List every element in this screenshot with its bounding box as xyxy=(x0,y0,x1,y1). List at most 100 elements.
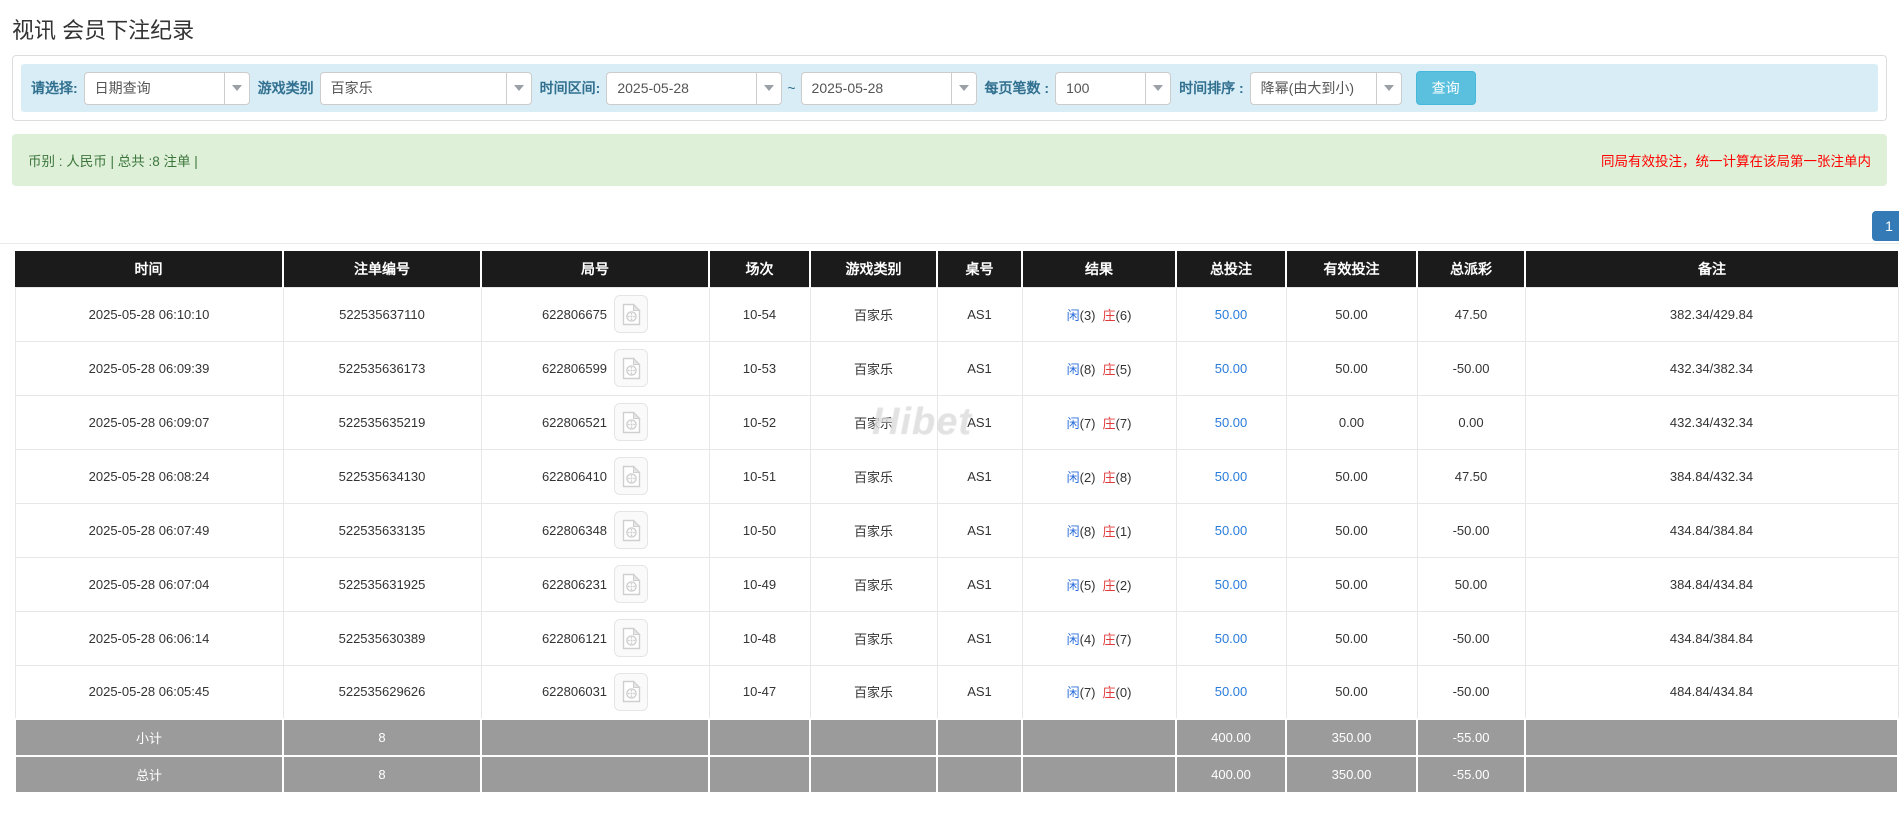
payout-cell: -50.00 xyxy=(1416,340,1526,396)
game-type-cell: 百家乐 xyxy=(809,502,938,558)
table-no-cell: AS1 xyxy=(936,502,1023,558)
header-bet-id: 注单编号 xyxy=(283,251,482,287)
summary-count-cell: 8 xyxy=(282,718,482,757)
round-id-cell: 622806675 xyxy=(480,286,710,342)
query-type-select[interactable]: 日期查询 xyxy=(83,71,250,105)
valid-bet-cell: 50.00 xyxy=(1285,556,1418,612)
round-id-cell: 622806348 xyxy=(480,502,710,558)
valid-bet-cell: 50.00 xyxy=(1285,664,1418,720)
bet-id-cell: 522535629626 xyxy=(282,664,482,720)
total-bet-link[interactable]: 50.00 xyxy=(1215,684,1248,699)
result-cell: 闲(7) 庄(7) xyxy=(1021,394,1177,450)
banker-result-label: 庄 xyxy=(1102,577,1116,593)
player-result-label: 闲 xyxy=(1066,361,1080,377)
total-bet-link[interactable]: 50.00 xyxy=(1215,631,1248,646)
total-bet-link[interactable]: 50.00 xyxy=(1215,361,1248,376)
banker-result-label: 庄 xyxy=(1102,415,1116,431)
chevron-down-icon xyxy=(1383,85,1394,91)
total-bet-cell: 50.00 xyxy=(1175,340,1287,396)
divider xyxy=(0,243,1899,244)
time-sort-caret-button[interactable] xyxy=(1375,71,1402,105)
header-table-no: 桌号 xyxy=(937,251,1023,287)
date-from-value[interactable]: 2025-05-28 xyxy=(606,71,757,105)
total-bet-link[interactable]: 50.00 xyxy=(1215,307,1248,322)
table-row: 2025-05-28 06:05:45 522535629626 6228060… xyxy=(14,664,1899,720)
remark-cell: 484.84/434.84 xyxy=(1524,664,1899,720)
banker-result-score: (7) xyxy=(1115,631,1132,647)
table-no-cell: AS1 xyxy=(936,394,1023,450)
page-size-caret-button[interactable] xyxy=(1145,71,1172,105)
round-id-cell: 622806031 xyxy=(480,664,710,720)
game-type-cell: 百家乐 xyxy=(809,286,938,342)
total-bet-link[interactable]: 50.00 xyxy=(1215,415,1248,430)
game-type-value[interactable]: 百家乐 xyxy=(319,71,506,105)
date-to-value[interactable]: 2025-05-28 xyxy=(800,71,951,105)
round-id-cell: 622806521 xyxy=(480,394,710,450)
query-type-value[interactable]: 日期查询 xyxy=(83,71,224,105)
time-cell: 2025-05-28 06:07:49 xyxy=(14,502,284,558)
header-result: 结果 xyxy=(1022,251,1177,287)
video-record-icon[interactable] xyxy=(614,565,649,603)
session-cell: 10-50 xyxy=(708,502,811,558)
banker-result-label: 庄 xyxy=(1102,361,1116,377)
session-cell: 10-48 xyxy=(708,610,811,666)
time-sort-select[interactable]: 降幂(由大到小) xyxy=(1249,71,1402,105)
game-type-caret-button[interactable] xyxy=(505,71,532,105)
date-to-picker[interactable]: 2025-05-28 xyxy=(800,71,977,105)
date-from-picker[interactable]: 2025-05-28 xyxy=(606,71,783,105)
bet-table-body: 2025-05-28 06:10:10 522535637110 6228066… xyxy=(14,286,1899,720)
table-row: 2025-05-28 06:09:07 522535635219 6228065… xyxy=(14,394,1899,450)
remark-cell: 434.84/384.84 xyxy=(1524,502,1899,558)
result-cell: 闲(8) 庄(5) xyxy=(1021,340,1177,396)
banker-result-label: 庄 xyxy=(1102,307,1116,323)
video-record-icon[interactable] xyxy=(614,295,649,333)
total-bet-cell: 50.00 xyxy=(1175,448,1287,504)
video-record-icon[interactable] xyxy=(614,349,649,387)
time-cell: 2025-05-28 06:09:39 xyxy=(14,340,284,396)
video-record-icon[interactable] xyxy=(614,511,649,549)
search-button[interactable]: 查询 xyxy=(1415,71,1476,105)
remark-cell: 434.84/384.84 xyxy=(1524,610,1899,666)
bet-id-cell: 522535637110 xyxy=(282,286,482,342)
banker-result-score: (0) xyxy=(1115,685,1132,701)
player-result-label: 闲 xyxy=(1066,469,1080,485)
date-from-caret-button[interactable] xyxy=(756,71,783,105)
select-type-label: 请选择: xyxy=(31,80,78,96)
total-bet-link[interactable]: 50.00 xyxy=(1215,523,1248,538)
video-record-icon[interactable] xyxy=(614,619,649,657)
video-record-icon[interactable] xyxy=(614,403,649,441)
player-result-label: 闲 xyxy=(1066,523,1080,539)
video-record-icon[interactable] xyxy=(614,672,649,711)
time-cell: 2025-05-28 06:08:24 xyxy=(14,448,284,504)
page-size-value[interactable]: 100 xyxy=(1055,71,1146,105)
time-sort-value[interactable]: 降幂(由大到小) xyxy=(1249,71,1376,105)
summary-valid-bet-cell: 350.00 xyxy=(1285,718,1418,757)
round-id-text: 622806231 xyxy=(541,576,608,592)
player-result-score: (4) xyxy=(1079,631,1096,647)
player-result-score: (8) xyxy=(1079,361,1096,377)
chevron-down-icon xyxy=(958,85,969,91)
header-session: 场次 xyxy=(709,251,811,287)
game-type-select[interactable]: 百家乐 xyxy=(319,71,532,105)
query-type-caret-button[interactable] xyxy=(223,71,250,105)
page-size-select[interactable]: 100 xyxy=(1055,71,1172,105)
valid-bet-cell: 0.00 xyxy=(1285,394,1418,450)
summary-label-cell: 小计 xyxy=(14,718,284,757)
date-to-caret-button[interactable] xyxy=(950,71,977,105)
header-remark: 备注 xyxy=(1525,251,1898,287)
payout-cell: -50.00 xyxy=(1416,610,1526,666)
table-row: 2025-05-28 06:06:14 522535630389 6228061… xyxy=(14,610,1899,666)
video-record-icon[interactable] xyxy=(614,457,649,495)
valid-bet-cell: 50.00 xyxy=(1285,502,1418,558)
total-bet-link[interactable]: 50.00 xyxy=(1215,469,1248,484)
banker-result-label: 庄 xyxy=(1102,631,1116,647)
same-round-notice-text: 同局有效投注，统一计算在该局第一张注单内 xyxy=(1601,154,1871,169)
total-bet-cell: 50.00 xyxy=(1175,610,1287,666)
result-cell: 闲(4) 庄(7) xyxy=(1021,610,1177,666)
pagination-page-1-button[interactable]: 1 xyxy=(1872,211,1899,241)
total-bet-link[interactable]: 50.00 xyxy=(1215,577,1248,592)
result-cell: 闲(8) 庄(1) xyxy=(1021,502,1177,558)
valid-bet-cell: 50.00 xyxy=(1285,340,1418,396)
valid-bet-cell: 50.00 xyxy=(1285,610,1418,666)
time-cell: 2025-05-28 06:10:10 xyxy=(14,286,284,342)
